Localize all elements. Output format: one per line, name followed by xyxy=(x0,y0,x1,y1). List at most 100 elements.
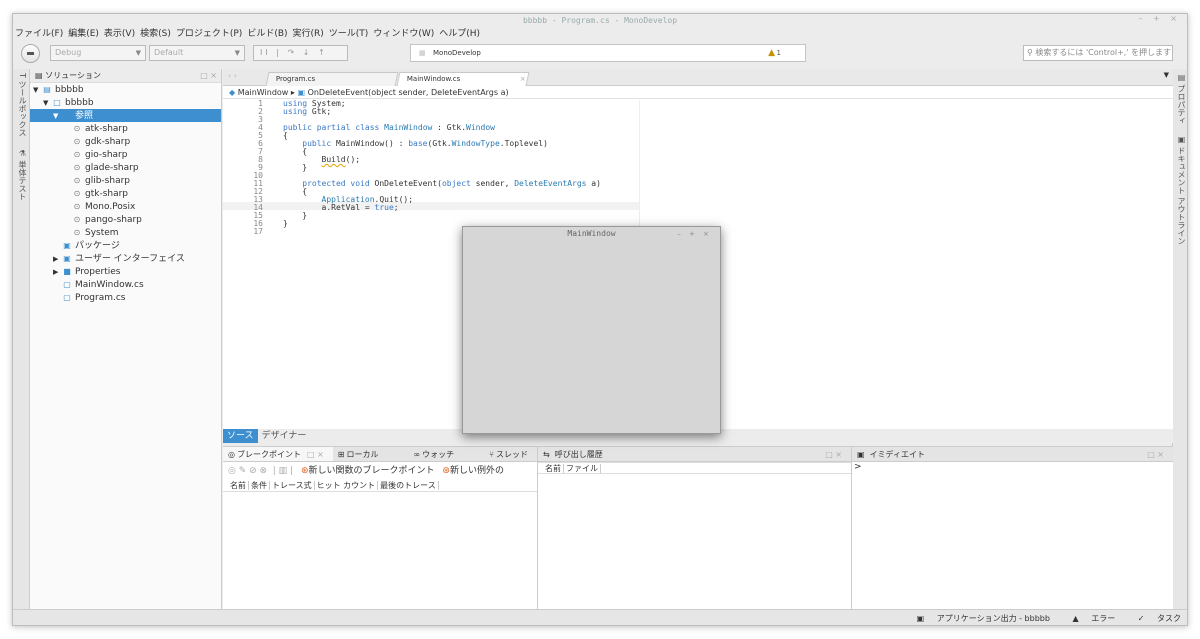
tree-item-label: atk-sharp xyxy=(85,124,128,134)
tasks-button[interactable]: ✓ タスク xyxy=(1128,614,1181,623)
menu-edit[interactable]: 編集(E) xyxy=(68,29,99,39)
expander-icon[interactable]: ▼ xyxy=(43,97,52,110)
column-name[interactable]: 名前 xyxy=(228,481,249,490)
immediate-tab[interactable]: ▣ イミディエイト □ × xyxy=(852,447,1173,462)
platform-select[interactable]: Default ▼ xyxy=(149,45,245,61)
tab-program-cs[interactable]: Program.cs xyxy=(265,72,399,86)
pad-close-icon[interactable]: □ × xyxy=(200,69,217,83)
tree-item[interactable]: ▣ パッケージ xyxy=(30,239,221,252)
tree-item-label: パッケージ xyxy=(75,241,120,251)
menu-search[interactable]: 検索(S) xyxy=(140,29,171,39)
toolbox-tab[interactable]: T ツールボックス xyxy=(17,73,28,136)
immediate-input[interactable]: > xyxy=(852,462,1173,612)
properties-tab[interactable]: ▤ プロパティ xyxy=(1176,73,1187,125)
breakpoint-icon: ◎ xyxy=(228,450,235,459)
stop-button[interactable] xyxy=(21,44,40,63)
tree-item[interactable]: ⊙ gdk-sharp xyxy=(30,135,221,148)
tab-breakpoints[interactable]: ◎ ブレークポイント □ × xyxy=(223,447,333,461)
column-last-trace[interactable]: 最後のトレース xyxy=(378,481,439,490)
tree-item[interactable]: ▶ ▣ ユーザー インターフェイス xyxy=(30,252,221,265)
tab-locals[interactable]: ⊞ ローカル xyxy=(333,450,386,459)
column-file[interactable]: ファイル xyxy=(564,464,601,473)
tab-designer[interactable]: デザイナー xyxy=(258,429,311,443)
tree-item[interactable]: ⊙ gtk-sharp xyxy=(30,187,221,200)
menu-build[interactable]: ビルド(B) xyxy=(247,29,287,39)
tree-item-label: Mono.Posix xyxy=(85,202,136,212)
chevron-down-icon: ▼ xyxy=(234,49,240,57)
window-controls[interactable]: – + × xyxy=(1139,14,1182,23)
tree-item[interactable]: ▶ ■ Properties xyxy=(30,265,221,278)
tree-item[interactable]: ▢ MainWindow.cs xyxy=(30,278,221,291)
search-input[interactable]: ⚲ 検索するには 'Control+,' を押します xyxy=(1023,45,1173,61)
tree-item[interactable]: ⊙ gio-sharp xyxy=(30,148,221,161)
menu-project[interactable]: プロジェクト(P) xyxy=(176,29,242,39)
toolbar-icons[interactable]: ◎ ✎ ⊘ ⊗ | ▥ | xyxy=(228,466,293,476)
app-icon: ▦ xyxy=(419,49,426,57)
close-icon[interactable]: □ × xyxy=(820,447,847,461)
tree-item[interactable]: ▢ Program.cs xyxy=(30,291,221,304)
tree-item[interactable]: ⊙ Mono.Posix xyxy=(30,200,221,213)
app-output-button[interactable]: ▣ アプリケーション出力 - bbbbb xyxy=(907,614,1050,623)
tree-item[interactable]: ⊙ glib-sharp xyxy=(30,174,221,187)
line-number: 1 xyxy=(258,99,263,108)
close-icon[interactable]: □ × xyxy=(1142,447,1169,461)
menu-file[interactable]: ファイル(F) xyxy=(15,29,63,39)
column-trace[interactable]: トレース式 xyxy=(270,481,315,490)
menu-run[interactable]: 実行(R) xyxy=(293,29,324,39)
menu-window[interactable]: ウィンドウ(W) xyxy=(373,29,434,39)
unittest-tab[interactable]: ⚗ 単体テスト xyxy=(17,149,28,201)
node-icon: ▤ xyxy=(43,85,51,94)
warning-icon[interactable]: ▲ xyxy=(768,45,775,61)
chevron-down-icon: ▼ xyxy=(135,49,141,57)
tree-item-label: gdk-sharp xyxy=(85,137,131,147)
line-number: 7 xyxy=(258,147,263,156)
callstack-pad: ⇆ 呼び出し履歴 □ × 名前 ファイル xyxy=(538,447,852,610)
tree-item[interactable]: ⊙ atk-sharp xyxy=(30,122,221,135)
solution-tree: ▼ ▤ bbbbb ▼ □ bbbbb ▼ ▣ 参照 ⊙ atk-sharp ⊙ gdk-sharp ⊙ g… xyxy=(30,83,221,304)
tree-item[interactable]: ⊙ System xyxy=(30,226,221,239)
errors-button[interactable]: ▲ エラー xyxy=(1063,614,1116,623)
tab-source[interactable]: ソース xyxy=(223,429,258,443)
menu-view[interactable]: 表示(V) xyxy=(104,29,135,39)
output-icon: ▣ xyxy=(916,614,927,623)
expander-icon[interactable]: ▼ xyxy=(33,84,42,97)
tree-item[interactable]: ▼ □ bbbbb xyxy=(30,96,221,109)
column-hit-count[interactable]: ヒット カウント xyxy=(314,481,379,490)
node-icon: ⊙ xyxy=(73,137,81,146)
immediate-pad: ▣ イミディエイト □ × > xyxy=(852,447,1173,610)
tree-item[interactable]: ⊙ pango-sharp xyxy=(30,213,221,226)
close-icon[interactable]: × xyxy=(520,73,526,86)
source-lines[interactable]: using System; using Gtk; public partial … xyxy=(283,100,601,236)
menu-help[interactable]: ヘルプ(H) xyxy=(439,29,480,39)
tree-item[interactable]: ▼ ▣ 参照 xyxy=(30,109,221,122)
node-icon: ▣ xyxy=(63,254,71,263)
running-app-window[interactable]: MainWindow – + × xyxy=(462,226,721,434)
breadcrumb-method[interactable]: OnDeleteEvent(object sender, DeleteEvent… xyxy=(308,88,509,97)
tree-item[interactable]: ⊙ glade-sharp xyxy=(30,161,221,174)
line-number: 8 xyxy=(258,155,263,164)
breadcrumb-class[interactable]: MainWindow xyxy=(238,88,289,97)
column-condition[interactable]: 条件 xyxy=(249,481,270,490)
expander-icon[interactable]: ▼ xyxy=(53,110,62,123)
node-icon: ⊙ xyxy=(73,189,81,198)
app-window-controls[interactable]: – + × xyxy=(677,227,712,241)
debug-controls[interactable]: II | ↷ ↓ ↑ xyxy=(253,45,348,61)
tab-mainwindow-cs[interactable]: MainWindow.cs × xyxy=(396,72,530,86)
warning-count[interactable]: 1 xyxy=(777,45,781,61)
new-function-breakpoint-button[interactable]: ⊛新しい関数のブレークポイント xyxy=(301,466,435,476)
tab-watch[interactable]: ∞ ウォッチ xyxy=(386,450,462,459)
new-exception-breakpoint-button[interactable]: ⊛新しい例外の xyxy=(442,466,504,476)
callstack-tab[interactable]: ⇆ 呼び出し履歴 □ × xyxy=(538,447,851,462)
tabs-dropdown-icon[interactable]: ▼ xyxy=(1164,71,1169,79)
node-icon: ▣ xyxy=(63,111,71,120)
tab-threads[interactable]: ⑂ スレッド xyxy=(461,450,535,459)
exception-add-icon: ⊛ xyxy=(442,466,450,476)
line-numbers: 1 2 3 4 5 6 7 8 9 10 11 12 13 14 15 16 17 xyxy=(223,100,269,429)
outline-tab[interactable]: ▣ ドキュメント アウトライン xyxy=(1176,135,1187,245)
tree-item[interactable]: ▼ ▤ bbbbb xyxy=(30,83,221,96)
node-icon: □ xyxy=(53,98,61,107)
column-name[interactable]: 名前 xyxy=(543,464,564,473)
menu-tools[interactable]: ツール(T) xyxy=(329,29,369,39)
configuration-select[interactable]: Debug ▼ xyxy=(50,45,146,61)
nav-arrows-icon[interactable]: ‹ › xyxy=(228,71,237,80)
